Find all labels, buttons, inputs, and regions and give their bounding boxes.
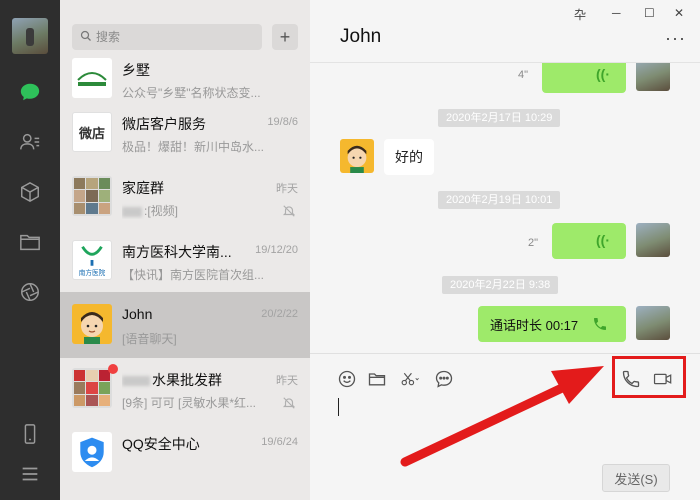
chat-history-icon[interactable]	[433, 368, 455, 390]
chat-preview: [9条] 可可 [灵敏水果*红...	[122, 396, 257, 410]
chat-item[interactable]: QQ安全中心 19/6/24	[60, 420, 310, 486]
scissors-icon[interactable]	[396, 368, 424, 390]
chat-name: 微店客户服务	[122, 116, 206, 132]
timestamp: 2020年2月19日 10:01	[438, 191, 561, 209]
maximize-icon[interactable]: ☐	[644, 6, 655, 20]
folder-icon[interactable]	[18, 230, 42, 254]
chat-preview: 【快讯】南方医院首次组...	[122, 268, 265, 282]
chat-time: 19/8/6	[267, 116, 298, 128]
voice-message-bubble[interactable]: ((·	[552, 223, 626, 259]
call-phone-icon	[592, 316, 608, 332]
chat-item[interactable]: 水果批发群 昨天 [9条] 可可 [灵敏水果*红...	[60, 356, 310, 422]
left-rail	[0, 0, 60, 500]
chat-title: John	[340, 26, 382, 47]
favorites-icon[interactable]	[18, 180, 42, 204]
chat-name: 南方医科大学南...	[122, 244, 232, 260]
qq-security-avatar	[72, 432, 112, 472]
chat-item[interactable]: 家庭群 昨天 :[视频]	[60, 164, 310, 230]
chat-name: John	[122, 306, 153, 322]
timestamp: 2020年2月17日 10:29	[438, 109, 561, 127]
john-avatar	[72, 304, 112, 344]
chat-preview: 公众号"乡墅"名称状态变...	[122, 86, 261, 100]
chat-preview: [语音聊天]	[122, 332, 177, 346]
my-avatar-small[interactable]	[636, 63, 670, 91]
chat-name: QQ安全中心	[122, 436, 200, 452]
timestamp: 2020年2月22日 9:38	[442, 276, 559, 294]
voice-wave-icon: ((·	[596, 66, 610, 82]
text-message-bubble[interactable]: 好的	[384, 139, 434, 175]
pin-icon[interactable]: 卆	[574, 6, 586, 23]
chat-time: 昨天	[276, 375, 298, 387]
weidian-logo: 微店	[72, 112, 112, 152]
group-avatar	[72, 176, 112, 216]
send-button[interactable]: 发送(S)	[602, 464, 670, 492]
svg-text:南方医院: 南方医院	[79, 268, 106, 277]
group-avatar	[72, 368, 112, 408]
chat-name: 乡墅	[122, 62, 150, 78]
chat-time: 19/6/24	[261, 436, 298, 448]
chat-avatar	[72, 58, 112, 98]
my-avatar-small[interactable]	[636, 223, 670, 257]
chat-preview: 极品！爆甜！新川中岛水...	[122, 140, 265, 154]
close-icon[interactable]: ✕	[674, 6, 684, 20]
chat-item-john[interactable]: John 20/2/22 [语音聊天]	[60, 292, 310, 358]
composer[interactable]: 发送(S)	[310, 354, 700, 500]
chat-preview: :[视频]	[122, 202, 282, 219]
nanfang-logo: 南方医院	[72, 240, 112, 280]
my-avatar-small[interactable]	[636, 306, 670, 340]
phone-icon[interactable]	[18, 422, 42, 446]
mute-icon	[282, 204, 296, 218]
more-options-icon[interactable]: ···	[665, 28, 686, 49]
video-call-icon[interactable]	[650, 368, 676, 390]
chat-time: 昨天	[276, 183, 298, 195]
voice-wave-icon: ((·	[596, 232, 610, 248]
unread-dot	[108, 364, 118, 374]
voice-duration: 2"	[528, 237, 539, 249]
chat-name: 水果批发群	[122, 370, 252, 390]
chat-item[interactable]: 南方医院 南方医科大学南... 19/12/20 【快讯】南方医院首次组...	[60, 228, 310, 294]
chat-time: 20/2/22	[261, 308, 298, 320]
chat-item[interactable]: 微店 微店客户服务 19/8/6 极品！爆甜！新川中岛水...	[60, 100, 310, 166]
call-record-bubble[interactable]: 通话时长 00:17	[478, 306, 626, 342]
voice-message-bubble[interactable]: ((·	[542, 63, 626, 93]
search-input[interactable]	[96, 30, 246, 44]
text-caret	[338, 398, 339, 416]
my-avatar[interactable]	[12, 18, 48, 54]
john-avatar-small[interactable]	[340, 139, 374, 173]
contacts-icon[interactable]	[18, 130, 42, 154]
voice-duration: 4"	[518, 69, 529, 81]
chat-icon[interactable]	[18, 80, 42, 104]
search-icon	[80, 30, 92, 45]
menu-icon[interactable]	[18, 462, 42, 486]
emoji-icon[interactable]	[336, 368, 358, 390]
chat-name: 家庭群	[122, 180, 164, 196]
chat-list: + 乡墅 公众号"乡墅"名称状态变... 微店 微店客户服务 19/8/6 极品…	[60, 0, 310, 500]
chat-pane: John 卆 ─ ☐ ✕ ··· 4" ((· 2020年2月17日 10:29…	[310, 0, 700, 500]
minimize-icon[interactable]: ─	[612, 6, 621, 20]
folder-icon[interactable]	[366, 368, 388, 390]
mute-icon	[282, 396, 296, 410]
moments-icon[interactable]	[18, 280, 42, 304]
voice-call-icon[interactable]	[620, 368, 642, 390]
chat-time: 19/12/20	[255, 244, 298, 256]
message-area[interactable]: 4" ((· 2020年2月17日 10:29 好的 2020年2月19日 10…	[310, 63, 700, 353]
